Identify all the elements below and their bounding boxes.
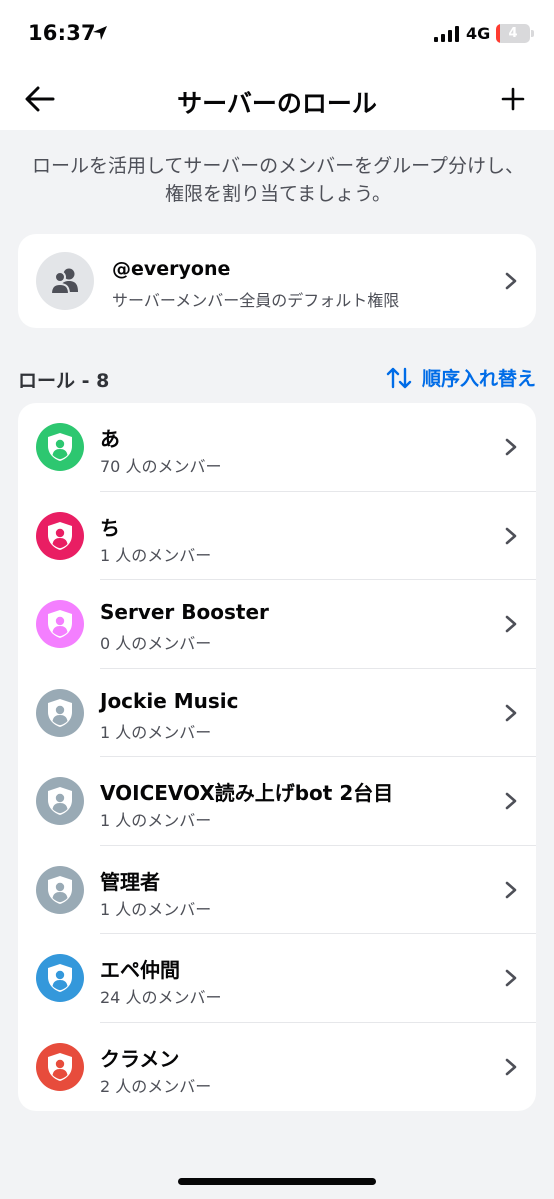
role-name: Server Booster bbox=[100, 600, 269, 624]
chevron-right-icon bbox=[505, 1058, 517, 1075]
nav-bar: サーバーのロール bbox=[0, 68, 554, 130]
battery-level: 4 bbox=[508, 26, 518, 41]
network-type: 4G bbox=[466, 24, 491, 43]
chevron-right-icon bbox=[505, 969, 517, 987]
role-shield-icon bbox=[36, 511, 84, 560]
role-member-count: 0 人のメンバー bbox=[100, 634, 212, 653]
status-bar: 16:37 4G 4 bbox=[0, 0, 554, 68]
role-row[interactable]: エペ仲間 24 人のメンバー bbox=[18, 934, 536, 1023]
role-row[interactable]: Jockie Music 1 人のメンバー bbox=[18, 669, 536, 757]
role-row[interactable]: ち 1 人のメンバー bbox=[18, 492, 536, 580]
role-member-count: 70 人のメンバー bbox=[100, 457, 222, 476]
roles-section-heading: ロール - 8 bbox=[18, 370, 110, 392]
role-member-count: 1 人のメンバー bbox=[100, 811, 212, 830]
role-row[interactable]: あ 70 人のメンバー bbox=[18, 403, 536, 492]
roles-description: ロールを活用してサーバーのメンバーをグループ分けし、権限を割り当てましょう。 bbox=[31, 155, 525, 205]
role-shield-icon bbox=[36, 688, 84, 737]
reorder-label: 順序入れ替え bbox=[421, 368, 536, 390]
role-member-count: 1 人のメンバー bbox=[100, 545, 212, 565]
add-role-button[interactable] bbox=[496, 82, 530, 116]
location-arrow-icon bbox=[93, 26, 107, 40]
home-indicator bbox=[178, 1178, 376, 1185]
status-time: 16:37 bbox=[28, 21, 96, 45]
role-row[interactable]: VOICEVOX読み上げbot 2台目 1 人のメンバー bbox=[18, 757, 536, 846]
page-title: サーバーのロール bbox=[177, 89, 377, 118]
role-member-count: 24 人のメンバー bbox=[100, 988, 222, 1007]
role-shield-icon bbox=[36, 954, 84, 1002]
role-member-count: 2 人のメンバー bbox=[100, 1076, 212, 1096]
chevron-right-icon bbox=[505, 615, 517, 633]
role-name: VOICEVOX読み上げbot 2台目 bbox=[100, 781, 394, 805]
role-name: クラメン bbox=[100, 1046, 180, 1071]
everyone-avatar bbox=[36, 252, 94, 310]
role-row[interactable]: Server Booster 0 人のメンバー bbox=[18, 580, 536, 669]
role-row[interactable]: 管理者 1 人のメンバー bbox=[18, 846, 536, 934]
role-shield-icon bbox=[36, 865, 84, 914]
chevron-right-icon bbox=[505, 527, 517, 544]
role-name: Jockie Music bbox=[100, 688, 239, 713]
chevron-right-icon bbox=[505, 881, 517, 898]
chevron-right-icon bbox=[505, 704, 517, 721]
role-name: ち bbox=[100, 515, 120, 540]
group-icon bbox=[49, 268, 78, 295]
roles-list: あ 70 人のメンバーち 1 人のメンバー Server Booster 0 人のメンバ… bbox=[18, 403, 536, 1111]
cellular-signal-icon bbox=[434, 26, 459, 42]
role-name: 管理者 bbox=[100, 869, 160, 894]
battery-icon: 4 bbox=[496, 24, 530, 43]
everyone-subtitle: サーバーメンバー全員のデフォルト権限 bbox=[112, 291, 400, 310]
everyone-name: @everyone bbox=[112, 258, 231, 280]
role-shield-icon bbox=[36, 600, 84, 648]
role-name: あ bbox=[100, 427, 120, 451]
chevron-right-icon bbox=[505, 438, 517, 456]
chevron-right-icon bbox=[505, 792, 517, 810]
role-name: エペ仲間 bbox=[100, 958, 180, 982]
everyone-role-card[interactable]: @everyone サーバーメンバー全員のデフォルト権限 bbox=[18, 234, 536, 328]
plus-icon bbox=[501, 87, 525, 111]
role-row[interactable]: クラメン 2 人のメンバー bbox=[18, 1023, 536, 1112]
reorder-button[interactable]: 順序入れ替え bbox=[386, 364, 536, 391]
role-member-count: 1 人のメンバー bbox=[100, 899, 212, 919]
chevron-right-icon bbox=[505, 272, 517, 290]
sort-arrows-icon bbox=[386, 367, 412, 388]
role-shield-icon bbox=[36, 777, 84, 825]
role-shield-icon bbox=[36, 1042, 84, 1091]
role-shield-icon bbox=[36, 423, 84, 471]
role-member-count: 1 人のメンバー bbox=[100, 722, 212, 742]
battery-tip bbox=[531, 30, 534, 37]
